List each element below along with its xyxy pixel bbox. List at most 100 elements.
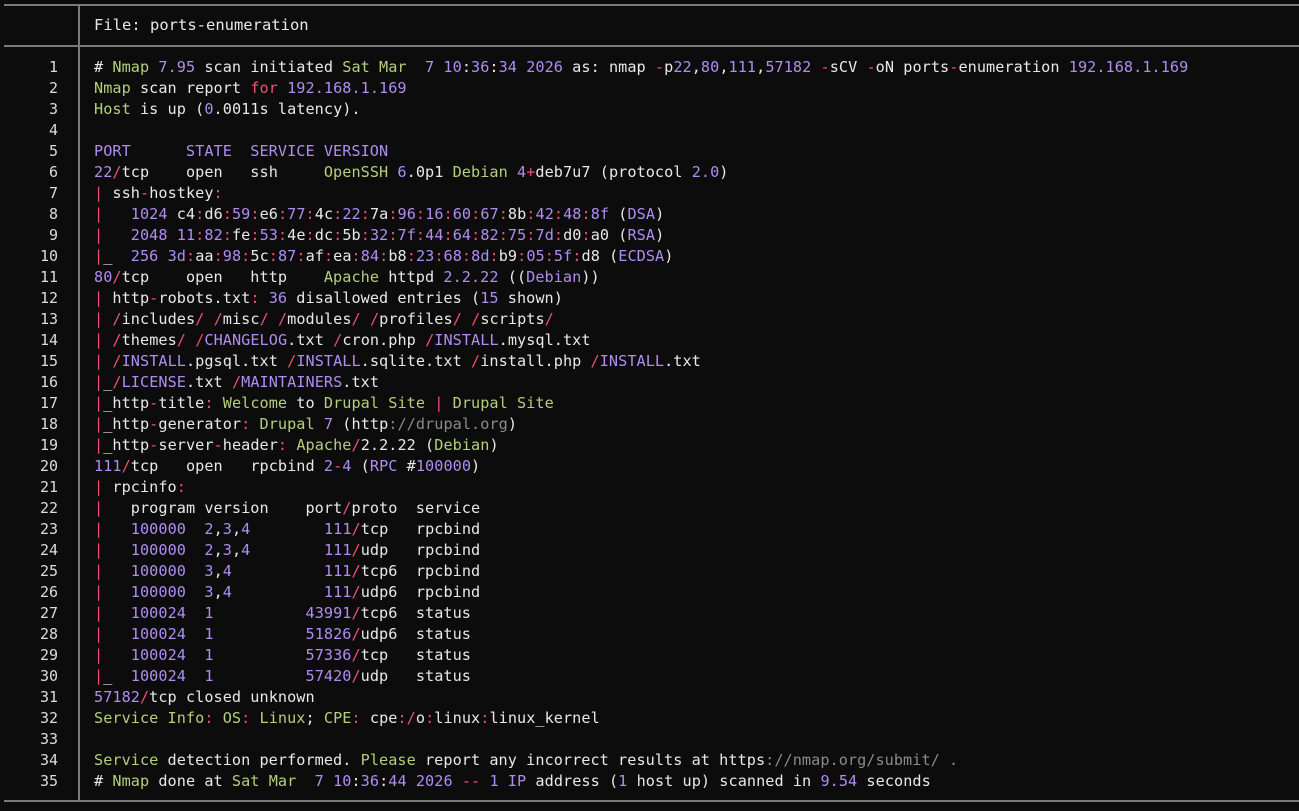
code-token: | [94,415,104,433]
code-token: 05 [526,247,545,265]
code-token: 68 [443,247,462,265]
code-token: : [406,247,416,265]
code-token: 100000 [130,583,186,601]
code-line: 22/tcp open ssh OpenSSH 6.0p1 Debian 4+d… [94,162,1294,183]
code-token: : [268,247,278,265]
code-token: 96 [397,205,416,223]
line-number: 10 [39,247,58,265]
code-token: / [121,457,131,475]
bottom-border [4,800,1299,802]
code-token: : [305,205,315,223]
code-token: scan initiated [195,58,343,76]
code-token: ( [351,457,370,475]
code-token: 57336 [305,646,352,664]
code-token: | [94,478,104,496]
code-token: : [360,226,370,244]
code-token: ; [305,709,324,727]
code-token: 6 [397,163,407,181]
code-token: / [351,625,361,643]
code-token: 75 [507,226,527,244]
code-token: ) [664,247,674,265]
code-line: | /themes/ /CHANGELOG.txt /cron.php /INS… [94,330,1294,351]
code-token: / [369,310,380,328]
line-number: 4 [48,121,58,139]
code-token: / [195,331,205,349]
code-token: 44 [425,226,444,244]
code-token: : [277,436,288,454]
code-token: Linux [259,709,306,727]
line-number: 27 [39,604,58,622]
code-token: ECDSA [618,247,665,265]
file-content[interactable]: # Nmap 7.95 scan initiated Sat Mar 7 10:… [94,57,1294,792]
code-token: 3 [204,562,214,580]
code-token: - [820,58,830,76]
code-token: 4 [222,562,232,580]
code-token: : [415,226,426,244]
code-token: MAINTAINERS [241,373,343,391]
code-token: / [590,352,600,370]
code-token: udp6 rpcbind [360,583,481,601]
code-line: | /includes/ /misc/ /modules/ /profiles/… [94,309,1294,330]
code-token: : [213,247,223,265]
code-token: : [323,247,334,265]
code-token: : [526,205,536,223]
code-token: hostkey [149,184,214,202]
code-token: / [213,310,223,328]
code-token: 51826 [305,625,352,643]
code-token: 57182 [94,688,140,706]
code-token: / [351,646,361,664]
code-token: tcp open rpcbind [130,457,324,475]
code-token: : [250,289,260,307]
code-token: 80 [700,58,720,76]
code-token: includes [121,310,196,328]
code-line: Service Info: OS: Linux; CPE: cpe:/o:lin… [94,708,1294,729]
code-token: 60 [452,205,472,223]
code-token: 256 [130,247,159,265]
line-number: 11 [39,268,58,286]
code-token: done at [149,772,232,790]
code-token: Nmap [94,79,131,97]
code-token: 42 [535,205,554,223]
code-token: : [222,205,232,223]
code-token: / [195,310,205,328]
code-token: | [94,310,104,328]
code-token: / [112,163,122,181]
code-token: modules [287,310,352,328]
code-token: - [213,436,223,454]
code-token: tcp rpcbind [360,520,481,538]
line-number: 1 [48,58,58,76]
code-token: : [241,247,251,265]
line-number: 23 [39,520,58,538]
code-token: 59 [231,205,251,223]
code-token: 100000 [130,520,186,538]
code-token: ://drupal.org [388,415,508,433]
code-line: Host is up (0.0011s latency). [94,99,1294,120]
code-token: 98 [222,247,242,265]
code-token: : [471,205,481,223]
code-token: af [305,247,324,265]
code-token: , [691,58,701,76]
code-token: | [94,625,104,643]
code-token: 36 [268,289,288,307]
code-token: .sqlite.txt [360,352,471,370]
line-number: 35 [39,772,58,790]
code-token: : [489,58,499,76]
code-token: address ( [526,772,619,790]
code-token: 111 [94,457,122,475]
code-token: Apache [323,268,380,286]
code-token: 111 [323,541,352,559]
code-token: : [581,226,591,244]
code-token: 43991 [305,604,352,622]
